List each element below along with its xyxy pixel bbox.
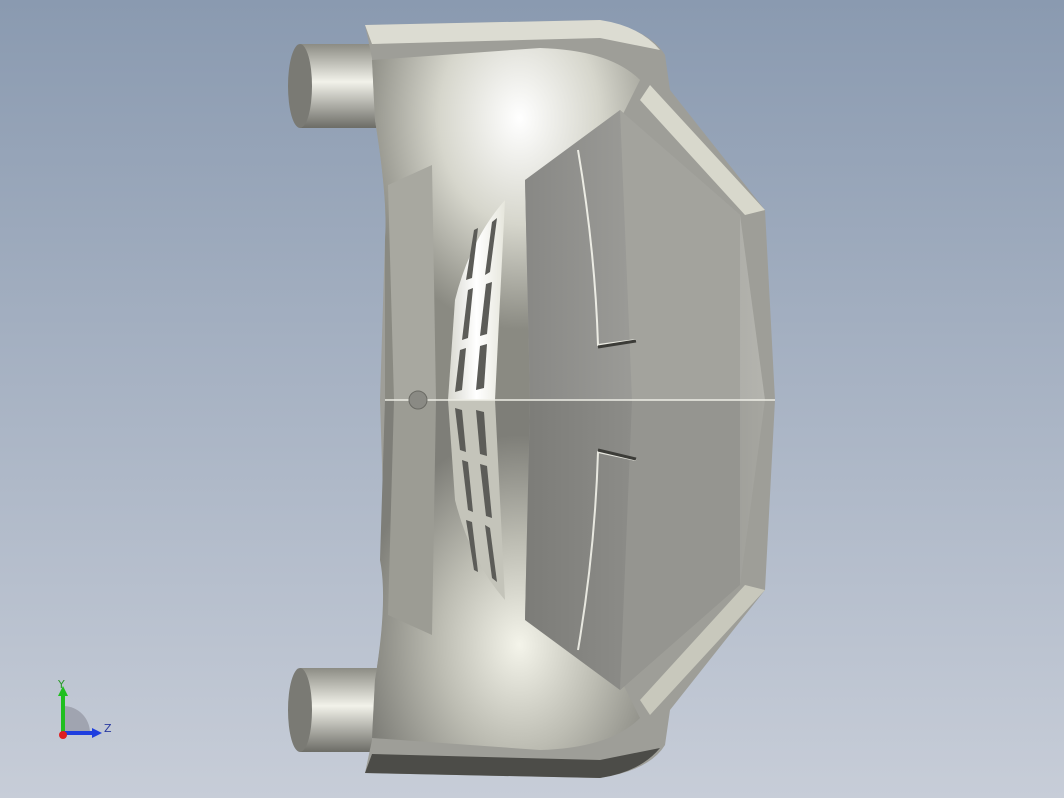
3d-viewport[interactable]: Y Z bbox=[0, 0, 1064, 798]
top-exhaust-tube bbox=[288, 44, 380, 128]
y-axis-label: Y bbox=[57, 678, 65, 691]
z-axis-label: Z bbox=[104, 722, 112, 735]
lower-side-slab bbox=[388, 400, 436, 635]
z-axis-arrow bbox=[92, 728, 102, 738]
car-model[interactable] bbox=[0, 0, 1064, 798]
triad-quarter-disc bbox=[63, 706, 90, 733]
x-axis-dot bbox=[59, 731, 67, 739]
upper-side-slab bbox=[388, 165, 436, 400]
axis-triad: Y Z bbox=[57, 678, 112, 739]
center-hole bbox=[408, 390, 428, 410]
bottom-exhaust-tube bbox=[288, 668, 380, 752]
